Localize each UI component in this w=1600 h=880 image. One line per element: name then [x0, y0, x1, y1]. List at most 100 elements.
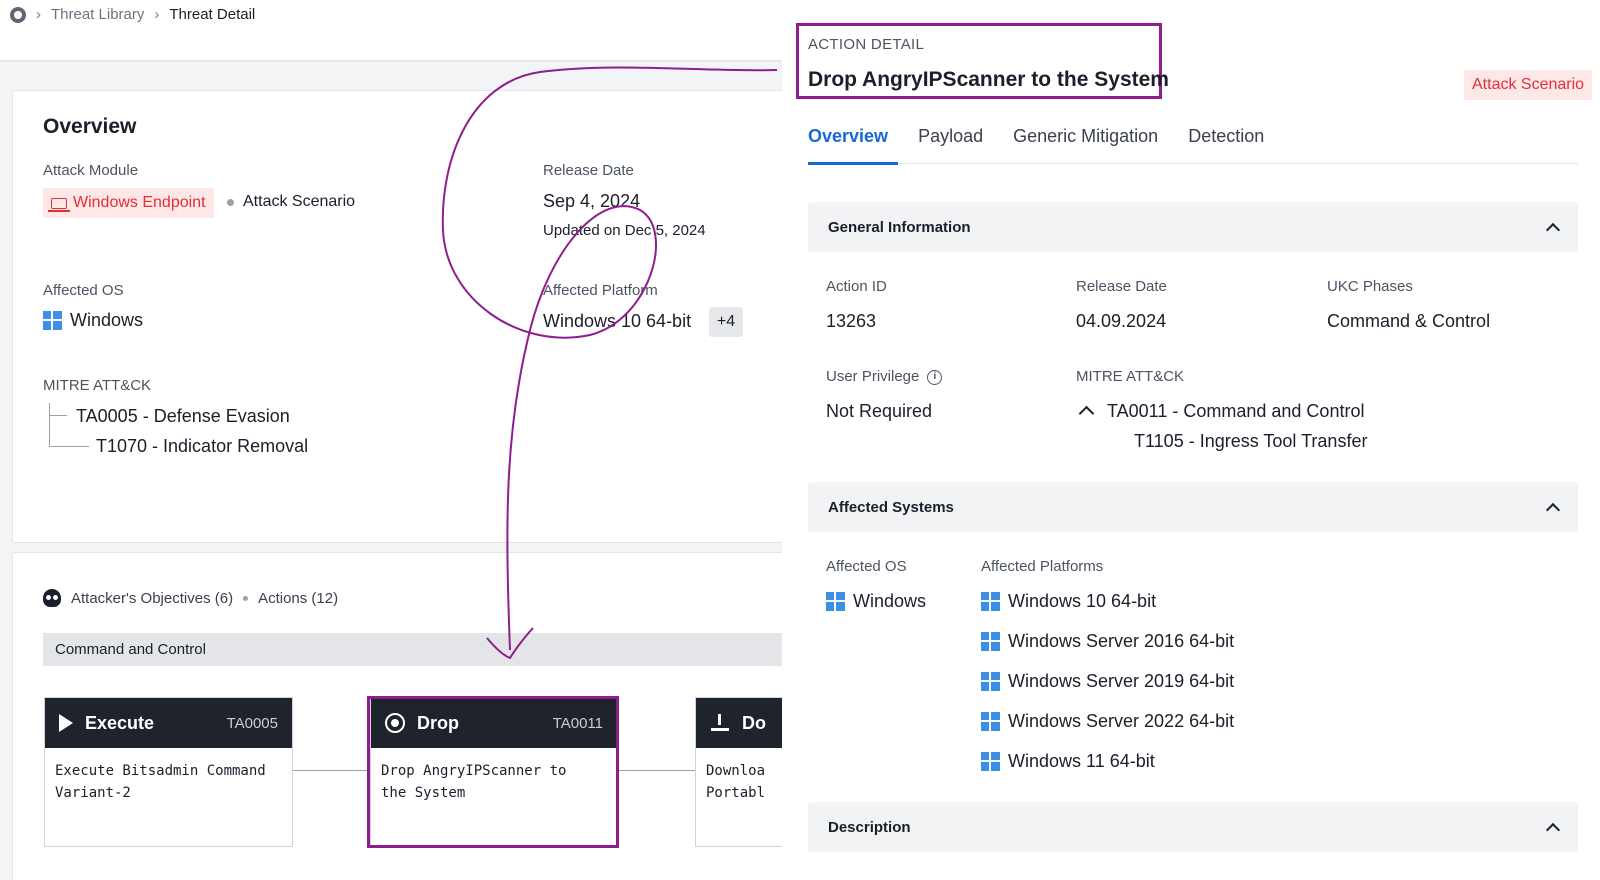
breadcrumb-threat-detail: Threat Detail: [169, 6, 256, 23]
platform-item: Windows Server 2016 64-bit: [981, 631, 1234, 652]
windows-icon: [981, 712, 1000, 731]
detail-tabs: Overview Payload Generic Mitigation Dete…: [808, 118, 1578, 165]
chevron-right-icon: ›: [154, 6, 160, 23]
general-info-header[interactable]: General Information: [808, 202, 1578, 252]
action-card-body: Drop AngryIPScanner to the System: [371, 748, 617, 816]
action-card-header: Drop TA0011: [371, 698, 617, 748]
tab-overview[interactable]: Overview: [808, 118, 899, 165]
action-card-code: TA0011: [552, 714, 603, 732]
actions-tab[interactable]: Actions (12): [258, 590, 338, 607]
top-bar: › Threat Library › Threat Detail: [0, 0, 782, 62]
objectives-tab[interactable]: Attacker's Objectives (6): [71, 590, 233, 607]
objective-group-header: Command and Control: [43, 633, 782, 666]
affected-os-label: Affected OS: [826, 558, 907, 575]
play-icon: [59, 714, 73, 732]
action-card-title: Do: [742, 712, 766, 733]
affected-systems-header[interactable]: Affected Systems: [808, 482, 1578, 532]
description-title: Description: [828, 818, 911, 836]
breadcrumb-threat-library[interactable]: Threat Library: [51, 6, 144, 23]
overview-card: Overview Attack Module Windows Endpoint …: [12, 90, 782, 543]
windows-icon: [981, 632, 1000, 651]
mitre-technique: T1070 - Indicator Removal: [96, 436, 309, 456]
chevron-up-icon[interactable]: [1545, 222, 1561, 238]
release-date-label: Release Date: [543, 162, 634, 179]
flow-connector: [292, 770, 370, 771]
action-card-body: Downloa Portabl: [696, 748, 782, 816]
affected-os-value: Windows: [826, 591, 926, 612]
action-card-download[interactable]: Do Downloa Portabl: [695, 697, 782, 847]
updated-date: Updated on Dec 5, 2024: [543, 222, 706, 239]
platform-name: Windows Server 2016 64-bit: [1008, 631, 1235, 651]
attack-module-label: Attack Module: [43, 162, 139, 179]
platform-name: Windows 10 64-bit: [1008, 591, 1157, 611]
mitre-technique: T1105 - Ingress Tool Transfer: [1134, 431, 1368, 451]
windows-icon: [981, 752, 1000, 771]
mitre-tactic: TA0011 - Command and Control: [1107, 401, 1365, 421]
tab-generic-mitigation[interactable]: Generic Mitigation: [1013, 118, 1158, 164]
action-card-title: Execute: [85, 712, 155, 733]
action-detail-title: Drop AngryIPScanner to the System: [808, 68, 1169, 91]
affected-os-label: Affected OS: [43, 282, 124, 299]
tree-line: [49, 446, 89, 447]
action-card-execute[interactable]: Execute TA0005 Execute Bitsadmin Command…: [44, 697, 293, 847]
release-date-value: 04.09.2024: [1076, 311, 1167, 331]
affected-os-text: Windows: [853, 591, 927, 611]
affected-os-text: Windows: [70, 310, 144, 330]
action-card-text: Portabl: [706, 785, 766, 801]
attack-module-type: Attack Scenario: [243, 193, 356, 210]
action-card-header: Do: [696, 698, 782, 748]
action-card-body: Execute Bitsadmin Command Variant-2: [45, 748, 292, 816]
action-card-text: the System: [381, 785, 466, 801]
chevron-up-icon[interactable]: [1545, 822, 1561, 838]
affected-platform-label: Affected Platform: [543, 282, 658, 299]
release-date-label: Release Date: [1076, 278, 1167, 295]
mitre-tactic: TA0005 - Defense Evasion: [76, 406, 290, 426]
description-header[interactable]: Description: [808, 802, 1578, 852]
platform-item: Windows Server 2019 64-bit: [981, 671, 1234, 692]
dot-separator: [243, 595, 249, 601]
ukc-phases-value: Command & Control: [1327, 311, 1491, 331]
windows-icon: [981, 592, 1000, 611]
more-platforms-badge[interactable]: +4: [709, 307, 743, 337]
general-info-title: General Information: [828, 218, 971, 236]
objectives-row: Attacker's Objectives (6) Actions (12): [43, 589, 338, 607]
mitre-label: MITRE ATT&CK: [43, 377, 152, 394]
affected-platforms-label: Affected Platforms: [981, 558, 1104, 575]
action-id-label: Action ID: [826, 278, 887, 295]
overview-title: Overview: [43, 115, 137, 138]
platform-name: Windows 11 64-bit: [1008, 751, 1155, 771]
release-date-value: Sep 4, 2024: [543, 191, 641, 211]
tree-line: [49, 403, 50, 447]
attack-module-badge[interactable]: Windows Endpoint: [43, 188, 214, 218]
tab-detection[interactable]: Detection: [1188, 118, 1264, 164]
action-card-header: Execute TA0005: [45, 698, 292, 748]
objectives-card: Attacker's Objectives (6) Actions (12) C…: [12, 552, 782, 880]
chevron-up-icon[interactable]: [1545, 502, 1561, 518]
ukc-phases-label: UKC Phases: [1327, 278, 1413, 295]
flow-connector: [617, 770, 695, 771]
action-card-drop[interactable]: Drop TA0011 Drop AngryIPScanner to the S…: [370, 697, 618, 847]
chevron-up-icon[interactable]: [1078, 405, 1095, 422]
action-card-text: Variant-2: [55, 785, 131, 801]
user-privilege-label-text: User Privilege: [826, 368, 920, 385]
affected-systems-title: Affected Systems: [828, 498, 954, 516]
affected-platform-value: Windows 10 64-bit: [543, 311, 692, 331]
chevron-right-icon: ›: [36, 6, 41, 23]
threat-detail-pane: › Threat Library › Threat Detail Overvie…: [0, 0, 782, 880]
download-icon: [710, 713, 730, 733]
info-icon[interactable]: i: [927, 369, 943, 385]
platform-name: Windows Server 2019 64-bit: [1008, 671, 1235, 691]
action-detail-label: ACTION DETAIL: [808, 36, 925, 53]
action-card-title: Drop: [417, 712, 459, 733]
skull-icon: [43, 589, 61, 607]
platform-item: Windows Server 2022 64-bit: [981, 711, 1234, 732]
platform-item: Windows 10 64-bit: [981, 591, 1156, 612]
drop-icon: [385, 713, 405, 733]
action-id-value: 13263: [826, 311, 877, 331]
tab-payload[interactable]: Payload: [918, 118, 983, 164]
user-privilege-label: User Privilege i: [826, 368, 943, 385]
action-detail-panel: ACTION DETAIL Drop AngryIPScanner to the…: [782, 0, 1600, 880]
action-card-text: Execute Bitsadmin Command: [55, 763, 266, 779]
home-icon[interactable]: [10, 6, 26, 23]
windows-icon: [43, 311, 62, 330]
